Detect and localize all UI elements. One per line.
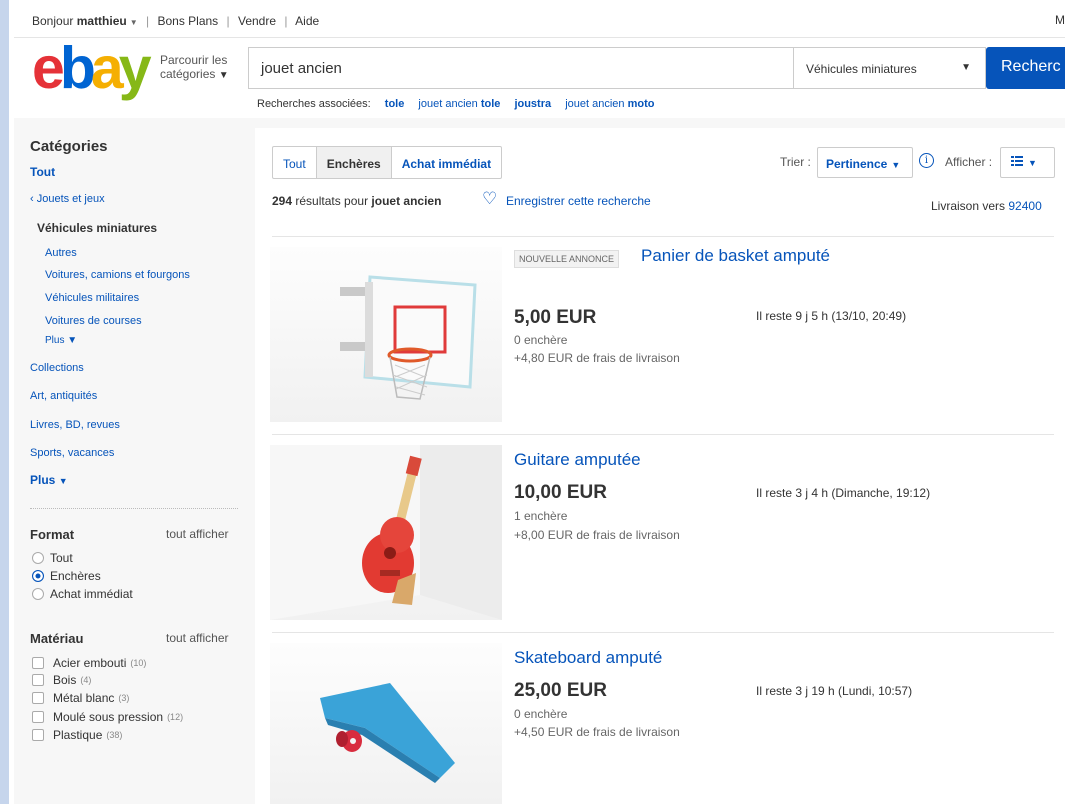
format-option-tout[interactable]: Tout bbox=[32, 551, 73, 565]
divider bbox=[272, 236, 1054, 237]
item-price: 25,00 EUR bbox=[514, 680, 607, 701]
sidebar-subitem[interactable]: Autres bbox=[45, 247, 77, 259]
sidebar-sub-more[interactable]: Plus ▼ bbox=[45, 335, 77, 346]
results-count: 294 résultats pour jouet ancien bbox=[272, 194, 442, 208]
sidebar-subitem[interactable]: Voitures de courses bbox=[45, 315, 142, 327]
sort-select[interactable]: Pertinence ▼ bbox=[817, 147, 913, 178]
item-shipping: +8,00 EUR de frais de livraison bbox=[514, 528, 680, 542]
item-image-basket[interactable] bbox=[270, 247, 502, 422]
sort-label: Trier : bbox=[780, 155, 811, 169]
sidebar-item-livres[interactable]: Livres, BD, revues bbox=[30, 419, 120, 431]
chevron-down-icon: ▼ bbox=[1028, 158, 1037, 168]
new-listing-badge: NOUVELLE ANNONCE bbox=[514, 250, 620, 268]
related-link[interactable]: joustra bbox=[514, 98, 551, 110]
related-link[interactable]: jouet ancien tole bbox=[418, 98, 500, 110]
item-time-left: Il reste 3 j 4 h (Dimanche, 19:12) bbox=[756, 486, 931, 500]
delivery-zip-link[interactable]: 92400 bbox=[1008, 199, 1041, 213]
link-bons-plans[interactable]: Bons Plans bbox=[157, 14, 218, 28]
info-icon[interactable]: i bbox=[919, 153, 934, 168]
sidebar-item-sports[interactable]: Sports, vacances bbox=[30, 447, 114, 459]
tab-encheres[interactable]: Enchères bbox=[316, 147, 392, 178]
checkbox[interactable] bbox=[32, 657, 44, 669]
chevron-down-icon: ▼ bbox=[67, 335, 78, 346]
radio-button-selected[interactable] bbox=[32, 570, 44, 582]
material-show-all[interactable]: tout afficher bbox=[166, 631, 228, 645]
sidebar-subitem[interactable]: Véhicules militaires bbox=[45, 292, 139, 304]
item-time-left: Il reste 9 j 5 h (13/10, 20:49) bbox=[756, 309, 907, 323]
sidebar-item-all[interactable]: Tout bbox=[30, 165, 55, 179]
view-select[interactable]: ▼ bbox=[1000, 147, 1055, 178]
material-option[interactable]: Acier embouti (10) bbox=[32, 656, 146, 670]
radio-button[interactable] bbox=[32, 588, 44, 600]
format-title: Format bbox=[30, 527, 75, 542]
search-button[interactable]: Recherc bbox=[986, 47, 1065, 89]
radio-button[interactable] bbox=[32, 552, 44, 564]
delivery-location: Livraison vers 92400 bbox=[931, 199, 1042, 213]
list-view-icon bbox=[1011, 156, 1023, 166]
section-divider bbox=[14, 118, 1065, 128]
top-right-link[interactable]: M bbox=[1055, 13, 1065, 27]
item-shipping: +4,50 EUR de frais de livraison bbox=[514, 725, 680, 739]
tab-tout[interactable]: Tout bbox=[273, 147, 317, 178]
sidebar-item-art[interactable]: Art, antiquités bbox=[30, 390, 97, 402]
checkbox[interactable] bbox=[32, 692, 44, 704]
link-aide[interactable]: Aide bbox=[295, 14, 319, 28]
top-nav: Bonjour matthieu ▼ | Bons Plans | Vendre … bbox=[32, 14, 320, 28]
greeting[interactable]: Bonjour matthieu ▼ bbox=[32, 14, 138, 28]
save-search-link[interactable]: Enregistrer cette recherche bbox=[506, 194, 651, 208]
material-title: Matériau bbox=[30, 631, 84, 646]
format-tabs: Tout Enchères Achat immédiat bbox=[272, 146, 503, 179]
related-link[interactable]: tole bbox=[385, 98, 405, 110]
item-title[interactable]: Skateboard amputé bbox=[514, 648, 662, 668]
window-edge bbox=[0, 0, 9, 804]
chevron-down-icon: ▼ bbox=[58, 476, 68, 486]
divider bbox=[272, 434, 1054, 435]
tab-achat-immediat[interactable]: Achat immédiat bbox=[392, 147, 501, 178]
item-bids: 0 enchère bbox=[514, 707, 568, 721]
item-price: 10,00 EUR bbox=[514, 482, 607, 503]
search-input[interactable]: jouet ancien bbox=[248, 47, 793, 89]
format-option-achat[interactable]: Achat immédiat bbox=[32, 587, 133, 601]
item-price: 5,00 EUR bbox=[514, 307, 597, 328]
related-searches: Recherches associées: tole jouet ancien … bbox=[257, 98, 655, 110]
sidebar-item-parent[interactable]: ‹ Jouets et jeux bbox=[30, 193, 105, 205]
related-link[interactable]: jouet ancien moto bbox=[565, 98, 654, 110]
material-option[interactable]: Bois (4) bbox=[32, 673, 91, 687]
chevron-down-icon: ▼ bbox=[218, 70, 229, 81]
divider bbox=[30, 508, 238, 509]
sidebar-more[interactable]: Plus ▼ bbox=[30, 473, 68, 487]
sidebar-title: Catégories bbox=[30, 138, 108, 155]
material-option[interactable]: Métal blanc (3) bbox=[32, 691, 129, 705]
view-label: Afficher : bbox=[945, 155, 993, 169]
format-show-all[interactable]: tout afficher bbox=[166, 527, 228, 541]
chevron-down-icon: ▼ bbox=[129, 18, 138, 27]
sidebar-item-current: Véhicules miniatures bbox=[37, 221, 158, 235]
divider bbox=[14, 37, 1065, 38]
format-option-encheres[interactable]: Enchères bbox=[32, 569, 101, 583]
item-image-guitar[interactable] bbox=[270, 445, 502, 620]
sidebar-subitem[interactable]: Voitures, camions et fourgons bbox=[45, 269, 190, 281]
chevron-down-icon: ▼ bbox=[961, 62, 971, 73]
item-shipping: +4,80 EUR de frais de livraison bbox=[514, 351, 680, 365]
ebay-logo[interactable]: ebay bbox=[32, 38, 152, 98]
checkbox[interactable] bbox=[32, 729, 44, 741]
item-bids: 1 enchère bbox=[514, 509, 568, 523]
item-image-skateboard[interactable] bbox=[270, 643, 502, 804]
item-time-left: Il reste 3 j 19 h (Lundi, 10:57) bbox=[756, 684, 913, 698]
search-query: jouet ancien bbox=[261, 60, 342, 77]
link-vendre[interactable]: Vendre bbox=[238, 14, 276, 28]
item-title[interactable]: Guitare amputée bbox=[514, 450, 641, 470]
heart-icon[interactable]: ♡ bbox=[482, 190, 497, 208]
divider bbox=[272, 632, 1054, 633]
sidebar-item-collections[interactable]: Collections bbox=[30, 362, 84, 374]
checkbox[interactable] bbox=[32, 674, 44, 686]
chevron-down-icon: ▼ bbox=[891, 160, 901, 170]
category-select[interactable]: Véhicules miniatures ▼ bbox=[793, 47, 986, 89]
item-title[interactable]: Panier de basket amputé bbox=[641, 246, 830, 266]
material-option[interactable]: Plastique (38) bbox=[32, 728, 122, 742]
material-option[interactable]: Moulé sous pression (12) bbox=[32, 710, 183, 724]
checkbox[interactable] bbox=[32, 711, 44, 723]
item-bids: 0 enchère bbox=[514, 333, 568, 347]
browse-categories[interactable]: Parcourir les catégories ▼ bbox=[160, 53, 229, 83]
